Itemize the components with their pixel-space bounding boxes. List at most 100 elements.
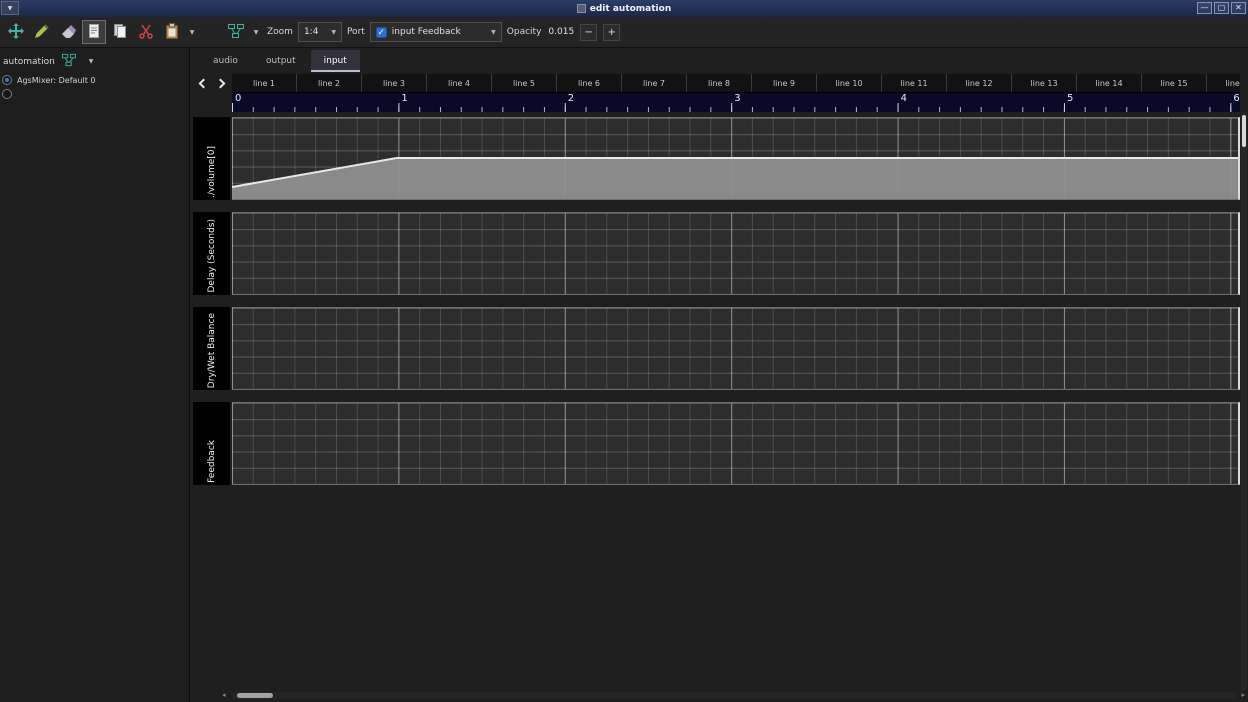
line-header-cell-14: line 14 xyxy=(1077,74,1142,92)
chevron-down-icon: ▼ xyxy=(491,29,496,36)
lane-grid-3[interactable] xyxy=(232,402,1240,485)
lane-label-text-1: Delay (Seconds) xyxy=(207,219,217,293)
lane-label-2: Dry/Wet Balance xyxy=(193,307,230,390)
maximize-button[interactable]: ▢ xyxy=(1214,2,1229,14)
titlebar: ▼ edit automation — ▢ ✕ xyxy=(0,0,1248,17)
horizontal-scrollbar-thumb[interactable] xyxy=(237,693,273,698)
ruler-number-5: 5 xyxy=(1067,93,1073,104)
tool-menu-button[interactable] xyxy=(224,20,248,44)
opacity-increment-button[interactable]: + xyxy=(603,24,620,41)
scrollbar-left-arrow-icon[interactable]: ◂ xyxy=(222,692,226,699)
automation-curve[interactable] xyxy=(232,118,1238,199)
clipboard-icon xyxy=(164,23,180,42)
opacity-label: Opacity xyxy=(507,27,542,37)
automation-sidebar: automation ▼ AgsMixer: Default 0 xyxy=(0,48,190,702)
lane-label-text-2: Dry/Wet Balance xyxy=(207,313,217,388)
app-icon xyxy=(577,4,586,13)
window-menu-button[interactable]: ▼ xyxy=(1,1,19,15)
copy-tool-button[interactable] xyxy=(108,20,132,44)
automation-lanes: ./volume[0] Delay (Seconds) Dry/Wet Balanc… xyxy=(193,112,1240,497)
port-combobox[interactable]: ✓ input Feedback ▼ xyxy=(370,22,502,42)
select-tool-button[interactable] xyxy=(82,20,106,44)
lane-label-1: Delay (Seconds) xyxy=(193,212,230,295)
chevron-left-icon xyxy=(199,79,209,89)
tab-output[interactable]: output xyxy=(253,50,309,72)
machine-graph-icon xyxy=(228,23,244,42)
sidebar-header-label: automation xyxy=(3,57,55,67)
pencil-icon xyxy=(34,23,50,42)
line-header-cell-3: line 3 xyxy=(362,74,427,92)
chevron-down-icon: ▼ xyxy=(331,29,336,36)
line-header-cell-6: line 6 xyxy=(557,74,622,92)
machine-radio-0[interactable] xyxy=(2,75,12,85)
chevron-right-icon xyxy=(216,79,226,89)
opacity-value[interactable]: 0.015 xyxy=(548,27,574,37)
clear-tool-button[interactable] xyxy=(56,20,80,44)
opacity-decrement-button[interactable]: − xyxy=(580,24,597,41)
automation-lane-2: Dry/Wet Balance xyxy=(193,307,1240,390)
machine-list: AgsMixer: Default 0 xyxy=(0,73,189,101)
automation-editor: audiooutputinput line 1line 2line 3line … xyxy=(190,48,1248,702)
line-header-cell-1: line 1 xyxy=(232,74,297,92)
line-header-cell-8: line 8 xyxy=(687,74,752,92)
horizontal-scrollbar[interactable]: ◂ ▸ xyxy=(232,692,1236,699)
cut-tool-button[interactable] xyxy=(134,20,158,44)
ruler-major-ticks xyxy=(232,103,1240,112)
lane-label-3: Feedback xyxy=(193,402,230,485)
vertical-scrollbar-thumb[interactable] xyxy=(1242,115,1246,147)
automation-lane-3: Feedback xyxy=(193,402,1240,485)
chevron-down-icon[interactable]: ▼ xyxy=(89,58,94,65)
lane-label-text-0: ./volume[0] xyxy=(207,146,217,198)
zoom-label: Zoom xyxy=(267,27,293,37)
ruler-number-1: 1 xyxy=(401,93,407,104)
lane-grid-2[interactable] xyxy=(232,307,1240,390)
select-document-icon xyxy=(86,23,102,42)
window-title-wrap: edit automation xyxy=(577,4,671,14)
paste-tool-button[interactable] xyxy=(160,20,184,44)
line-header-cell-9: line 9 xyxy=(752,74,817,92)
line-header-cell-12: line 12 xyxy=(947,74,1012,92)
port-checkbox[interactable]: ✓ xyxy=(376,27,387,38)
machine-row-1 xyxy=(0,87,189,101)
minimize-button[interactable]: — xyxy=(1197,2,1212,14)
close-button[interactable]: ✕ xyxy=(1231,2,1246,14)
line-header-cell-15: line 15 xyxy=(1142,74,1207,92)
tab-input[interactable]: input xyxy=(311,50,360,72)
machine-label-0: AgsMixer: Default 0 xyxy=(17,76,96,85)
tab-bar: audiooutputinput xyxy=(200,50,360,72)
line-header-cell-10: line 10 xyxy=(817,74,882,92)
position-tool-button[interactable] xyxy=(4,20,28,44)
scrollbar-right-arrow-icon[interactable]: ▸ xyxy=(1241,692,1245,699)
line-header-cell-4: line 4 xyxy=(427,74,492,92)
ruler-number-0: 0 xyxy=(235,93,241,104)
eraser-icon xyxy=(60,23,76,42)
edit-tool-button[interactable] xyxy=(30,20,54,44)
automation-lane-1: Delay (Seconds) xyxy=(193,212,1240,295)
horizontal-scrollbar-track[interactable] xyxy=(232,692,1236,699)
lane-label-text-3: Feedback xyxy=(207,440,217,483)
lane-grid-0[interactable] xyxy=(232,117,1240,200)
toolbar: ▼ ▼ Zoom 1:4 ▼ Port ✓ input Feedback ▼ O… xyxy=(0,17,1248,48)
zoom-combobox[interactable]: 1:4 ▼ xyxy=(298,22,342,42)
line-header-cells: line 1line 2line 3line 4line 5line 6line… xyxy=(232,74,1240,93)
scroll-right-button[interactable] xyxy=(212,74,231,93)
zoom-value: 1:4 xyxy=(304,27,318,37)
line-header-cell-13: line 13 xyxy=(1012,74,1077,92)
timeline-ruler: 0123456 xyxy=(232,93,1240,112)
position-cursor-icon xyxy=(8,23,24,42)
paste-menu-caret[interactable]: ▼ xyxy=(186,29,198,36)
machine-radio-1[interactable] xyxy=(2,89,12,99)
line-header-row: line 1line 2line 3line 4line 5line 6line… xyxy=(193,74,1240,93)
scissors-icon xyxy=(138,23,154,42)
lane-grid-1[interactable] xyxy=(232,212,1240,295)
tool-menu-caret[interactable]: ▼ xyxy=(250,29,262,36)
ruler-number-3: 3 xyxy=(734,93,740,104)
copy-icon xyxy=(112,23,128,42)
vertical-scrollbar[interactable] xyxy=(1241,112,1247,690)
tab-audio[interactable]: audio xyxy=(200,50,251,72)
port-label: Port xyxy=(347,27,365,37)
line-header-cell-16: line 16 xyxy=(1207,74,1240,92)
line-header-cell-11: line 11 xyxy=(882,74,947,92)
scroll-left-button[interactable] xyxy=(193,74,212,93)
line-header-cell-2: line 2 xyxy=(297,74,362,92)
